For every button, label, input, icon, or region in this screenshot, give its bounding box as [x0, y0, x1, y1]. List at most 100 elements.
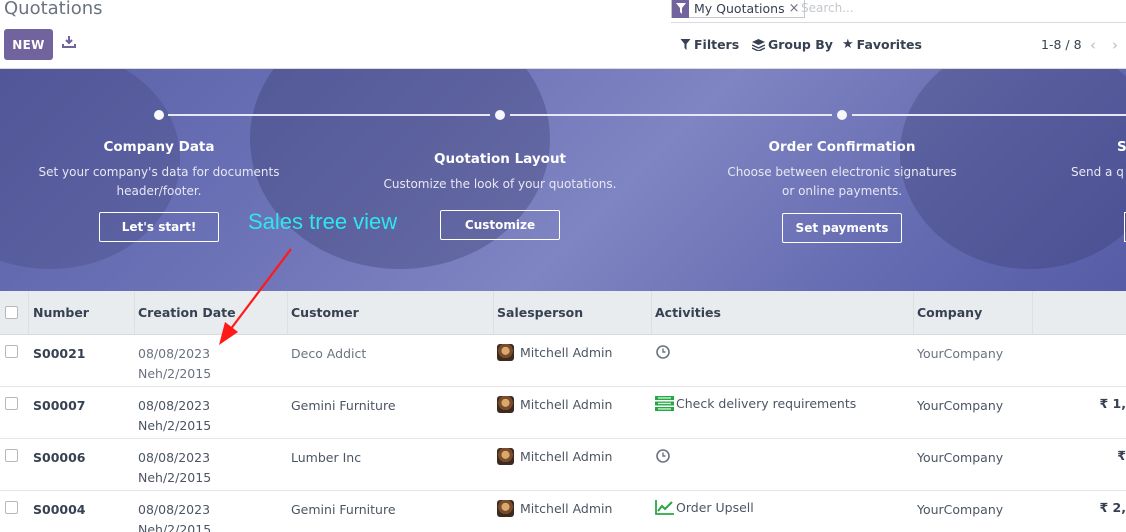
clock-icon[interactable]: [655, 448, 671, 464]
activity[interactable]: [655, 448, 673, 464]
activity[interactable]: [655, 344, 673, 360]
step-dot: [495, 110, 505, 120]
group-by-label: Group By: [768, 37, 833, 52]
column-separator: [134, 291, 135, 335]
new-button[interactable]: NEW: [4, 29, 53, 60]
table-row[interactable]: S00007 08/08/2023 Neh/2/2015 Gemini Furni…: [0, 387, 1126, 439]
step-description: or online payments.: [781, 184, 903, 198]
table-header: Number Creation Date Customer Salesperso…: [0, 291, 1126, 335]
column-number[interactable]: Number: [33, 305, 89, 320]
salesperson: Mitchell Admin: [497, 396, 612, 413]
row-checkbox[interactable]: [5, 397, 18, 410]
column-separator: [287, 291, 288, 335]
layers-icon: [752, 38, 765, 51]
activity[interactable]: Check delivery requirements: [655, 396, 856, 411]
company: YourCompany: [917, 450, 1004, 465]
favorites-button[interactable]: ★ Favorites: [842, 37, 922, 52]
creation-date: 08/08/2023 Neh/2/2015: [138, 502, 212, 532]
row-checkbox[interactable]: [5, 345, 18, 358]
salesperson: Mitchell Admin: [497, 500, 612, 517]
onboarding-banner: Company Data Set your company's data for…: [0, 69, 1126, 291]
quotation-number: S00006: [33, 450, 86, 465]
pager-next-icon[interactable]: ›: [1112, 36, 1118, 54]
step-partial: S Send a q: [1071, 139, 1126, 182]
company: YourCompany: [917, 346, 1004, 361]
column-separator: [493, 291, 494, 335]
creation-date: 08/08/2023 Neh/2/2015: [138, 398, 212, 433]
column-separator: [913, 291, 914, 335]
lets-start-button[interactable]: Let's start!: [99, 212, 219, 242]
salesperson: Mitchell Admin: [497, 344, 612, 361]
customer: Gemini Furniture: [291, 502, 396, 517]
step-title: Company Data: [103, 139, 215, 155]
avatar: [497, 500, 514, 517]
step-quotation-layout: Quotation Layout Customize the look of y…: [365, 151, 635, 194]
amount: ₹ 1,: [1099, 396, 1126, 411]
amount: ₹: [1117, 448, 1126, 463]
column-separator: [1032, 291, 1033, 335]
download-icon[interactable]: [62, 35, 76, 49]
step-description: Customize the look of your quotations.: [383, 177, 617, 191]
step-dot: [154, 110, 164, 120]
list-icon[interactable]: [655, 396, 674, 411]
salesperson: Mitchell Admin: [497, 448, 612, 465]
filter-icon: [680, 39, 691, 50]
column-separator: [651, 291, 652, 335]
quotation-list: Number Creation Date Customer Salesperso…: [0, 291, 1126, 532]
clock-icon[interactable]: [655, 344, 671, 360]
quotation-number: S00004: [33, 502, 86, 517]
quotation-number: S00007: [33, 398, 86, 413]
row-checkbox[interactable]: [5, 449, 18, 462]
star-icon: ★: [842, 37, 854, 52]
company: YourCompany: [917, 398, 1004, 413]
control-panel: Quotations NEW My Quotations × Filters G…: [0, 0, 1126, 69]
column-separator: [28, 291, 29, 335]
table-row[interactable]: S00004 08/08/2023 Neh/2/2015 Gemini Furni…: [0, 491, 1126, 532]
filter-icon: [672, 0, 689, 18]
customer: Lumber Inc: [291, 450, 362, 465]
creation-date: 08/08/2023 Neh/2/2015: [138, 346, 212, 381]
step-order-confirmation: Order Confirmation Choose between electr…: [707, 139, 977, 201]
progress-track: [852, 114, 1126, 116]
search-facet[interactable]: My Quotations ×: [671, 0, 805, 18]
column-salesperson[interactable]: Salesperson: [497, 305, 583, 320]
avatar: [497, 448, 514, 465]
pager-value[interactable]: 1-8 / 8: [1041, 37, 1082, 52]
set-payments-button[interactable]: Set payments: [782, 213, 902, 243]
progress-track: [510, 114, 832, 116]
activity[interactable]: Order Upsell: [655, 500, 754, 515]
customer: Gemini Furniture: [291, 398, 396, 413]
search-input[interactable]: [801, 0, 1121, 16]
table-row[interactable]: S00006 08/08/2023 Neh/2/2015 Lumber Inc M…: [0, 439, 1126, 491]
customize-button[interactable]: Customize: [440, 210, 560, 240]
table-row[interactable]: S00021 08/08/2023 Neh/2/2015 Deco Addict …: [0, 335, 1126, 387]
facet-label: My Quotations: [694, 1, 785, 16]
step-description: Set your company's data for documents: [38, 165, 280, 179]
group-by-button[interactable]: Group By: [752, 37, 833, 52]
filters-button[interactable]: Filters: [680, 37, 739, 52]
column-creation-date[interactable]: Creation Date: [138, 305, 236, 320]
step-title: Quotation Layout: [433, 151, 567, 167]
customer: Deco Addict: [291, 346, 367, 361]
creation-date: 08/08/2023 Neh/2/2015: [138, 450, 212, 485]
select-all-checkbox[interactable]: [5, 306, 18, 319]
amount: ₹ 2,: [1099, 500, 1126, 515]
chart-icon[interactable]: [655, 500, 674, 515]
column-company[interactable]: Company: [917, 305, 982, 320]
column-activities[interactable]: Activities: [655, 305, 721, 320]
step-dot: [837, 110, 847, 120]
row-checkbox[interactable]: [5, 501, 18, 514]
filters-label: Filters: [694, 37, 740, 52]
avatar: [497, 344, 514, 361]
step-description: Send a q: [1071, 165, 1124, 179]
step-company-data: Company Data Set your company's data for…: [24, 139, 294, 201]
step-title: Order Confirmation: [768, 139, 916, 155]
company: YourCompany: [917, 502, 1004, 517]
page-title: Quotations: [4, 0, 103, 19]
annotation-label: Sales tree view: [248, 209, 398, 234]
favorites-label: Favorites: [856, 37, 922, 52]
search-bar: My Quotations ×: [671, 0, 1126, 23]
pager-previous-icon[interactable]: ‹: [1090, 36, 1096, 54]
column-customer[interactable]: Customer: [291, 305, 359, 320]
quotation-number: S00021: [33, 346, 86, 361]
